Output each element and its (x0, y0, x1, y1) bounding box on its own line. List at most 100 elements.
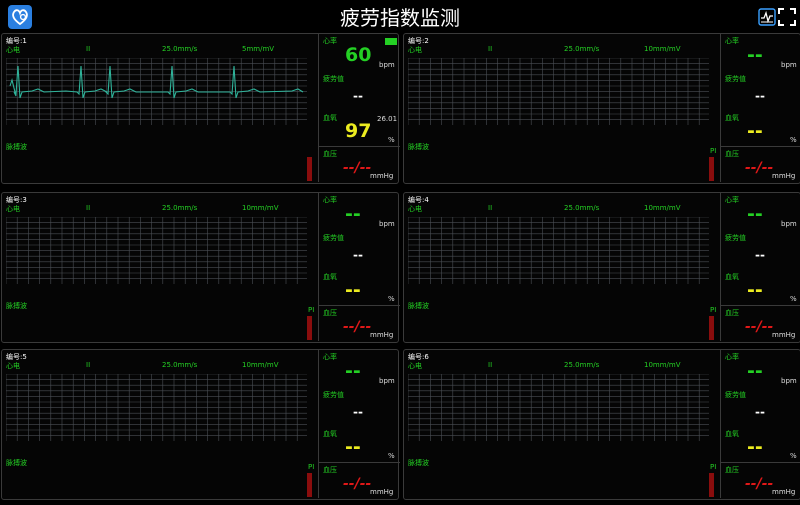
hr-label: 心率 (725, 353, 739, 361)
ecg-lead: II (488, 45, 493, 53)
page-title: 疲劳指数监测 (340, 6, 460, 30)
vitals-sidebar: 心率 -- bpm 疲劳值 -- 血氧 -- % 血压 --/-- mmHg (720, 350, 800, 498)
hr-value: -- (747, 203, 763, 225)
ecg-grid (6, 374, 307, 441)
vitals-sidebar: 心率 -- bpm 疲劳值 -- 血氧 -- % 血压 --/-- mmHg (720, 193, 800, 341)
hr-value: -- (747, 360, 763, 382)
chart-settings-icon[interactable] (758, 8, 776, 26)
spo2-extra: 26.01 (377, 115, 398, 123)
monitor-panel-6[interactable]: 编号:6 心电 II 25.0mm/s 10mm/mV 脉搏波 PI 心率 --… (403, 349, 800, 500)
ecg-speed: 25.0mm/s (564, 361, 600, 369)
ecg-gain: 10mm/mV (242, 204, 279, 212)
bp-label: 血压 (725, 466, 739, 474)
hr-unit: bpm (379, 377, 395, 385)
vitals-sidebar: 心率 -- bpm 疲劳值 -- 血氧 -- % 血压 --/-- mmHg (318, 350, 400, 498)
pulse-wave-label: 脉搏波 (6, 459, 27, 467)
pi-bar (709, 316, 714, 340)
spo2-label: 血氧 (323, 273, 337, 281)
spo2-unit: % (790, 452, 797, 460)
spo2-value: -- (747, 279, 763, 301)
fatigue-value: -- (755, 405, 765, 419)
spo2-label: 血氧 (323, 114, 337, 122)
pi-bar (307, 316, 312, 340)
bp-value: --/-- (745, 476, 774, 492)
fatigue-label: 疲劳值 (323, 234, 344, 242)
fatigue-value: -- (353, 248, 363, 262)
pi-label: PI (710, 306, 717, 314)
ecg-speed: 25.0mm/s (564, 45, 600, 53)
spo2-unit: % (388, 452, 395, 460)
ecg-lead: II (86, 361, 91, 369)
hr-unit: bpm (379, 61, 395, 69)
fatigue-label: 疲劳值 (725, 75, 746, 83)
hr-label: 心率 (323, 37, 337, 45)
bp-label: 血压 (323, 150, 337, 158)
monitor-panel-1[interactable]: 编号:1 心电 II 25.0mm/s 5mm/mV 脉搏波 心率 60 bpm… (1, 33, 400, 184)
ecg-label: 心电 (6, 205, 20, 213)
fatigue-label: 疲劳值 (725, 391, 746, 399)
monitor-panel-5[interactable]: 编号:5 心电 II 25.0mm/s 10mm/mV 脉搏波 PI 心率 --… (1, 349, 400, 500)
ecg-grid (408, 58, 709, 125)
fatigue-value: -- (353, 405, 363, 419)
ecg-speed: 25.0mm/s (162, 45, 198, 53)
spo2-label: 血氧 (725, 430, 739, 438)
spo2-label: 血氧 (725, 273, 739, 281)
vitals-sidebar: 心率 -- bpm 疲劳值 -- 血氧 -- % 血压 --/-- mmHg (720, 34, 800, 182)
ecg-grid (6, 58, 307, 125)
bp-value: --/-- (745, 160, 774, 176)
fatigue-value: -- (755, 248, 765, 262)
ecg-grid (408, 374, 709, 441)
vitals-sidebar: 心率 60 bpm 疲劳值 -- 血氧 26.01 97 % 血压 --/-- … (318, 34, 400, 182)
hr-unit: bpm (781, 377, 797, 385)
spo2-unit: % (388, 136, 395, 144)
pi-label: PI (308, 463, 315, 471)
spo2-value: -- (345, 279, 361, 301)
spo2-label: 血氧 (725, 114, 739, 122)
pi-label: PI (308, 306, 315, 314)
ecg-gain: 10mm/mV (644, 204, 681, 212)
fatigue-value: -- (353, 89, 363, 103)
ecg-lead: II (86, 45, 91, 53)
ecg-label: 心电 (408, 205, 422, 213)
hr-unit: bpm (781, 220, 797, 228)
app-header: 疲劳指数监测 (0, 0, 800, 32)
pulse-wave-label: 脉搏波 (408, 302, 429, 310)
hr-value: -- (345, 203, 361, 225)
hr-value: -- (345, 360, 361, 382)
ecg-gain: 10mm/mV (242, 361, 279, 369)
ecg-label: 心电 (408, 362, 422, 370)
hr-label: 心率 (725, 196, 739, 204)
ecg-speed: 25.0mm/s (162, 361, 198, 369)
bp-label: 血压 (323, 309, 337, 317)
ecg-gain: 10mm/mV (644, 45, 681, 53)
pi-label: PI (710, 463, 717, 471)
ecg-lead: II (488, 204, 493, 212)
monitor-panel-2[interactable]: 编号:2 心电 II 25.0mm/s 10mm/mV 脉搏波 PI 心率 --… (403, 33, 800, 184)
bp-label: 血压 (725, 309, 739, 317)
pi-bar (307, 473, 312, 497)
spo2-value: -- (345, 436, 361, 458)
hr-label: 心率 (323, 196, 337, 204)
bp-value: --/-- (343, 319, 372, 335)
fullscreen-icon[interactable] (778, 8, 796, 26)
monitor-panel-3[interactable]: 编号:3 心电 II 25.0mm/s 10mm/mV 脉搏波 PI 心率 --… (1, 192, 400, 343)
bp-unit: mmHg (370, 172, 394, 180)
bp-unit: mmHg (772, 488, 796, 496)
hr-value: 60 (345, 44, 372, 66)
fatigue-value: -- (755, 89, 765, 103)
ecg-gain: 5mm/mV (242, 45, 275, 53)
spo2-value: -- (747, 120, 763, 142)
bp-unit: mmHg (370, 331, 394, 339)
ecg-lead: II (488, 361, 493, 369)
battery-icon (385, 38, 397, 45)
pulse-wave-label: 脉搏波 (408, 143, 429, 151)
spo2-unit: % (790, 295, 797, 303)
ecg-label: 心电 (408, 46, 422, 54)
monitor-panel-4[interactable]: 编号:4 心电 II 25.0mm/s 10mm/mV 脉搏波 PI 心率 --… (403, 192, 800, 343)
ecg-grid (6, 217, 307, 284)
bp-value: --/-- (745, 319, 774, 335)
hr-value: -- (747, 44, 763, 66)
pulse-wave-label: 脉搏波 (6, 302, 27, 310)
spo2-value: -- (747, 436, 763, 458)
bp-unit: mmHg (772, 331, 796, 339)
